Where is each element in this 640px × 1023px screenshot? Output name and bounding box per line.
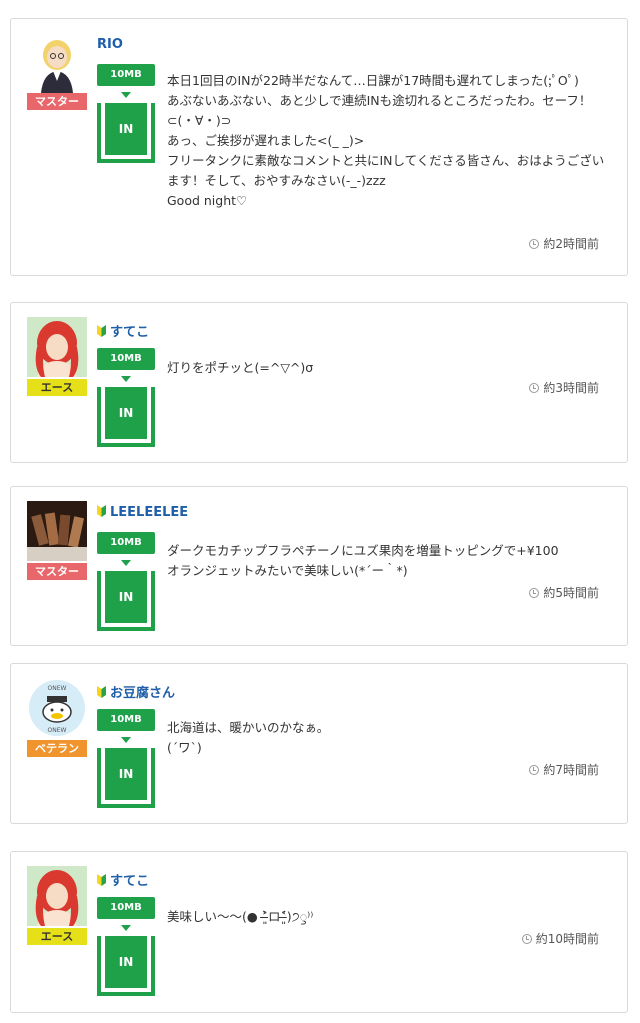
- rank-badge: マスター: [27, 93, 87, 110]
- beginner-mark-icon: [97, 874, 106, 886]
- user-name[interactable]: すてこ: [97, 870, 149, 889]
- avatar[interactable]: [27, 33, 87, 93]
- down-arrow-icon: [121, 560, 131, 566]
- beginner-mark-icon: [97, 325, 106, 337]
- in-indicator: IN: [97, 571, 155, 631]
- post-message: 灯りをポチッと(=^▽^)σ: [167, 360, 314, 375]
- in-label: IN: [105, 936, 147, 988]
- post-time-text: 約5時間前: [543, 586, 599, 600]
- in-label: IN: [105, 571, 147, 623]
- user-name-text[interactable]: お豆腐さん: [110, 686, 175, 701]
- clock-icon: [529, 588, 540, 598]
- post-time-text: 約3時間前: [543, 381, 599, 395]
- user-name[interactable]: お豆腐さん: [97, 682, 175, 701]
- in-label: IN: [105, 387, 147, 439]
- post-message: 本日1回目のINが22時半だなんて…日課が17時間も遅れてしまった(;ﾟOﾟ) …: [167, 73, 605, 208]
- down-arrow-icon: [121, 737, 131, 743]
- beginner-mark-icon: [97, 505, 106, 517]
- post-card: マスター LEELEELEE 10MB IN ダークモカチップフラペチーノにユズ…: [10, 486, 628, 646]
- user-name[interactable]: すてこ: [97, 321, 149, 340]
- user-name-text[interactable]: すてこ: [110, 874, 149, 889]
- post-time-text: 約10時間前: [535, 932, 599, 946]
- clock-icon: [529, 383, 540, 393]
- data-amount-badge: 10MB: [97, 709, 155, 731]
- avatar[interactable]: [27, 866, 87, 926]
- in-indicator: IN: [97, 748, 155, 808]
- in-indicator: IN: [97, 936, 155, 996]
- rank-badge: ベテラン: [27, 740, 87, 757]
- data-amount-badge: 10MB: [97, 64, 155, 86]
- rank-badge: エース: [27, 379, 87, 396]
- in-indicator: IN: [97, 103, 155, 163]
- rank-badge: マスター: [27, 563, 87, 580]
- down-arrow-icon: [121, 376, 131, 382]
- data-amount-badge: 10MB: [97, 897, 155, 919]
- rank-badge: エース: [27, 928, 87, 945]
- post-time: 約5時間前: [529, 584, 599, 601]
- post-card: エース すてこ 10MB IN 灯りをポチッと(=^▽^)σ 約3時間前: [10, 302, 628, 463]
- beginner-mark-icon: [97, 686, 106, 698]
- post-time-text: 約7時間前: [543, 763, 599, 777]
- post-time: 約10時間前: [521, 930, 599, 947]
- post-message: ダークモカチップフラペチーノにユズ果肉を増量トッピングで+¥100 オランジェッ…: [167, 543, 559, 578]
- avatar[interactable]: ONEW ONEW: [27, 678, 87, 738]
- post-time: 約2時間前: [529, 235, 599, 252]
- post-card: マスター RIO 10MB IN 本日1回目のINが22時半だなんて…日課が17…: [10, 18, 628, 276]
- down-arrow-icon: [121, 925, 131, 931]
- post-time: 約3時間前: [529, 379, 599, 396]
- svg-text:ONEW: ONEW: [48, 727, 67, 734]
- user-name-text[interactable]: RIO: [97, 37, 123, 52]
- svg-text:ONEW: ONEW: [48, 685, 67, 692]
- clock-icon: [521, 934, 532, 944]
- in-indicator: IN: [97, 387, 155, 447]
- post-time: 約7時間前: [529, 761, 599, 778]
- avatar[interactable]: [27, 501, 87, 561]
- clock-icon: [529, 239, 540, 249]
- in-label: IN: [105, 748, 147, 800]
- user-name[interactable]: RIO: [97, 37, 123, 52]
- post-card: ONEW ONEW ベテラン お豆腐さん 10MB IN 北海道は、暖かいのかな…: [10, 663, 628, 824]
- post-message: 美味しい〜〜(● ˃̶͈̀ロ˂̶͈́)੭ꠥ⁾⁾: [167, 909, 314, 924]
- in-label: IN: [105, 103, 147, 155]
- user-name[interactable]: LEELEELEE: [97, 505, 188, 520]
- avatar[interactable]: [27, 317, 87, 377]
- data-amount-badge: 10MB: [97, 348, 155, 370]
- post-time-text: 約2時間前: [543, 237, 599, 251]
- user-name-text[interactable]: LEELEELEE: [110, 505, 188, 520]
- post-card: エース すてこ 10MB IN 美味しい〜〜(● ˃̶͈̀ロ˂̶͈́)੭ꠥ⁾⁾ …: [10, 851, 628, 1013]
- user-name-text[interactable]: すてこ: [110, 325, 149, 340]
- data-amount-badge: 10MB: [97, 532, 155, 554]
- post-message: 北海道は、暖かいのかなぁ。 (´ワ`): [167, 720, 330, 755]
- down-arrow-icon: [121, 92, 131, 98]
- clock-icon: [529, 765, 540, 775]
